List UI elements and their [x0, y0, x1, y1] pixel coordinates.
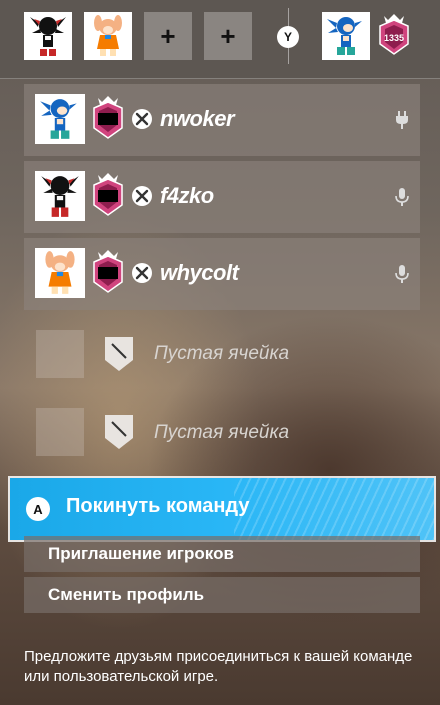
player-gamertag: f4zko	[160, 183, 214, 208]
sonic-character-icon	[40, 99, 77, 139]
rank-value: 1335	[383, 33, 405, 43]
switch-profile-label: Сменить профиль	[48, 585, 205, 604]
party-bar: + + Y 1335	[0, 0, 440, 79]
cream-character-icon	[45, 251, 75, 294]
shield-icon	[105, 337, 133, 371]
microphone-icon	[395, 188, 409, 206]
switch-profile-button[interactable]: Сменить профиль	[24, 577, 420, 613]
redacted-rank	[98, 113, 118, 125]
cream-character-icon	[94, 15, 122, 56]
rank-badge	[90, 94, 126, 140]
rank-badge	[90, 171, 126, 217]
plus-icon: +	[220, 20, 236, 51]
empty-slot-avatar[interactable]	[36, 408, 84, 456]
xbox-icon	[132, 186, 152, 206]
empty-slot-label: Пустая ячейка	[154, 343, 290, 364]
player-gamertag: whycolt	[160, 260, 239, 285]
party-member-avatar-shadow[interactable]	[24, 12, 72, 60]
redacted-rank	[98, 267, 118, 279]
leave-team-button[interactable]: A Покинуть команду	[10, 478, 434, 540]
invite-slot-button[interactable]: +	[144, 12, 192, 60]
shadow-character-icon	[41, 176, 79, 217]
redacted-rank	[98, 190, 118, 202]
invite-players-button[interactable]: Приглашение игроков	[24, 536, 420, 572]
sonic-character-icon	[327, 17, 362, 55]
player-row[interactable]: whycolt	[24, 238, 420, 310]
plus-icon: +	[160, 20, 176, 51]
player-row[interactable]: f4zko	[24, 161, 420, 233]
shadow-character-icon	[30, 17, 66, 56]
a-button-icon: A	[26, 497, 50, 521]
microphone-icon	[395, 265, 409, 283]
xbox-icon	[132, 109, 152, 129]
shield-icon	[105, 415, 133, 449]
rank-badge	[90, 248, 126, 294]
empty-slot-avatar[interactable]	[36, 330, 84, 378]
invite-players-label: Приглашение игроков	[48, 544, 234, 563]
leave-team-label: Покинуть команду	[66, 495, 250, 517]
invite-hint-text: Предложите друзьям присоединиться к ваше…	[24, 648, 413, 685]
player-row[interactable]: nwoker	[24, 84, 420, 156]
button-decoration	[234, 478, 434, 540]
plug-icon	[396, 111, 408, 129]
xbox-icon	[132, 263, 152, 283]
self-avatar-sonic[interactable]	[322, 12, 370, 60]
player-avatar	[35, 171, 85, 221]
player-avatar	[35, 248, 85, 298]
player-gamertag: nwoker	[160, 106, 235, 131]
y-button-icon: Y	[277, 26, 299, 48]
player-avatar	[35, 94, 85, 144]
party-member-avatar-cream[interactable]	[84, 12, 132, 60]
empty-slot-label: Пустая ячейка	[154, 422, 290, 443]
invite-slot-button[interactable]: +	[204, 12, 252, 60]
